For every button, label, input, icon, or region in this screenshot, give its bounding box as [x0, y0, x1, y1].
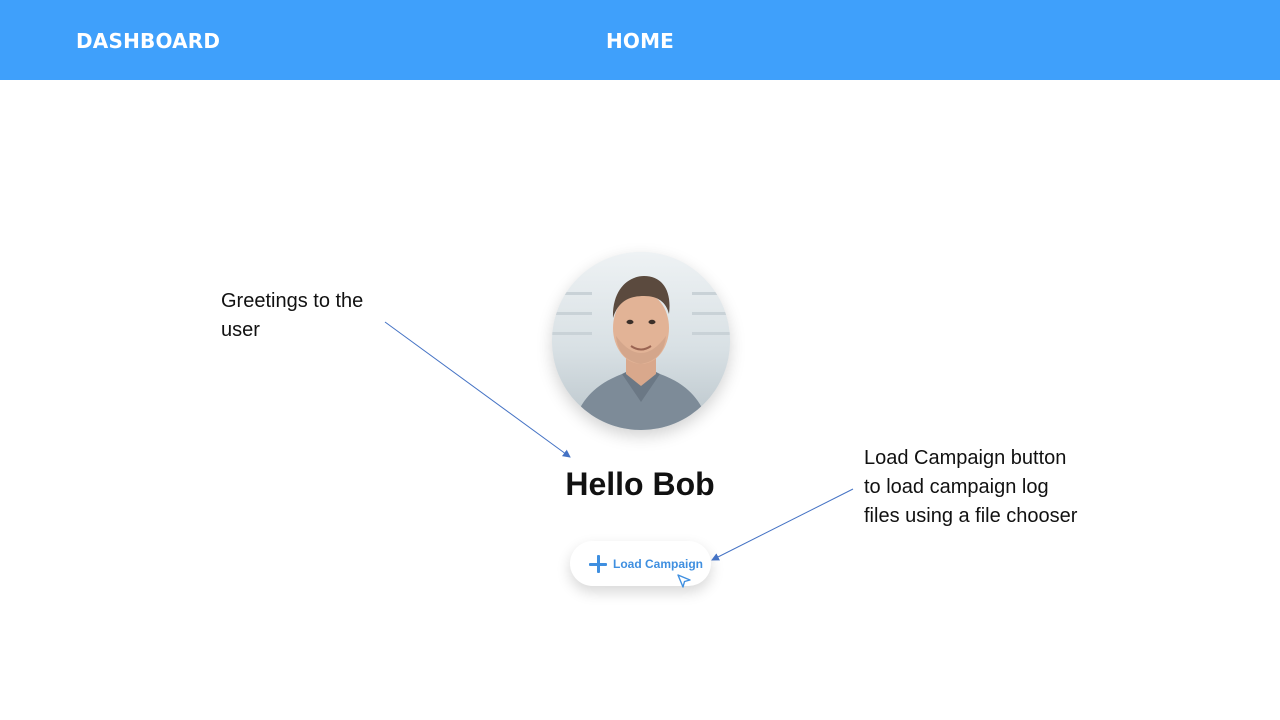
page: DASHBOARD HOME Hello Bob Load Campaign G… [0, 0, 1280, 720]
annotation-arrows [384, 321, 854, 561]
greeting-arrow [384, 321, 571, 458]
load-campaign-arrow [711, 488, 854, 561]
